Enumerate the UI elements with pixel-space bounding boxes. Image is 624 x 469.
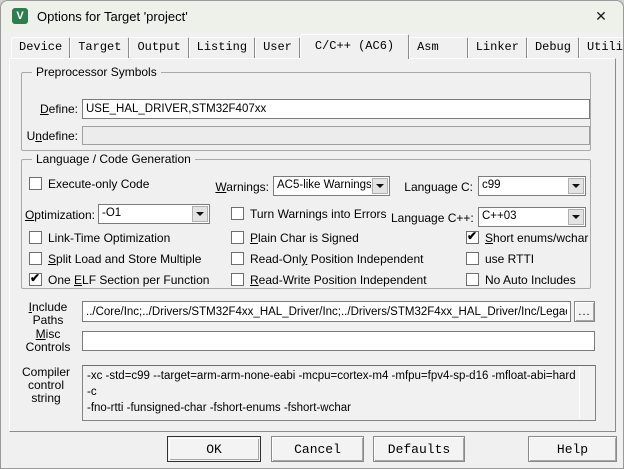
checkbox-label: Short enums/wchar <box>485 231 589 245</box>
plain-char-is-signed-checkbox[interactable]: Plain Char is Signed <box>231 231 359 245</box>
checkbox-label: Read-Only Position Independent <box>250 252 424 266</box>
tab-ccpp-ac6[interactable]: C/C++ (AC6) <box>299 34 410 59</box>
checkbox-icon <box>29 271 42 286</box>
uvision-logo-icon <box>12 8 28 24</box>
checkbox-icon <box>29 231 42 244</box>
dropdown-value: -O1 <box>102 207 122 219</box>
checkbox-label: Split Load and Store Multiple <box>48 252 202 266</box>
tab-user[interactable]: User <box>255 37 300 58</box>
language-c-dropdown[interactable]: c99 <box>478 176 586 196</box>
dropdown-value: C++03 <box>482 210 517 222</box>
turn-warnings-into-errors-checkbox[interactable]: Turn Warnings into Errors <box>231 207 386 221</box>
close-icon[interactable]: ✕ <box>579 1 623 31</box>
link-time-optimization-checkbox[interactable]: Link-Time Optimization <box>29 231 170 245</box>
defaults-button[interactable]: Defaults <box>373 436 465 462</box>
compiler-control-string-value: -xc -std=c99 --target=arm-arm-none-eabi … <box>87 370 576 414</box>
dropdown-value: c99 <box>482 179 501 191</box>
language-cpp-dropdown[interactable]: C++03 <box>478 207 586 227</box>
define-label: Define: <box>39 102 78 116</box>
group-title: Preprocessor Symbols <box>32 65 161 79</box>
chevron-down-icon[interactable] <box>568 178 584 194</box>
one-elf-section-per-function-checkbox[interactable]: One ELF Section per Function <box>29 271 210 287</box>
checkbox-icon <box>231 231 244 244</box>
checkbox-label: No Auto Includes <box>485 273 576 287</box>
tab-target[interactable]: Target <box>70 37 130 58</box>
scrollbar-gutter <box>579 367 580 419</box>
chevron-down-icon[interactable] <box>568 209 584 225</box>
undefine-label: Undefine: <box>26 129 78 143</box>
window-title: Options for Target 'project' <box>37 8 188 24</box>
compiler-control-string-label: Compiler control string <box>21 365 70 405</box>
checkbox-label: Turn Warnings into Errors <box>250 207 387 221</box>
optimization-dropdown[interactable]: -O1 <box>98 204 210 224</box>
read-write-position-independent-checkbox[interactable]: Read-Write Position Independent <box>231 273 427 287</box>
include-paths-input[interactable] <box>82 301 571 322</box>
checkbox-icon <box>231 273 244 286</box>
checkbox-icon <box>466 252 479 265</box>
split-load-store-multiple-checkbox[interactable]: Split Load and Store Multiple <box>29 252 201 266</box>
language-c-label: Language C: <box>404 180 473 194</box>
tab-asm[interactable]: Asm <box>409 37 468 58</box>
language-cpp-label: Language C++: <box>391 211 474 225</box>
checkbox-icon <box>29 252 42 265</box>
misc-controls-input[interactable] <box>82 331 595 351</box>
no-auto-includes-checkbox[interactable]: No Auto Includes <box>466 273 576 287</box>
dropdown-value: AC5-like Warnings <box>277 179 371 191</box>
cancel-button[interactable]: Cancel <box>271 436 364 462</box>
tab-linker[interactable]: Linker <box>467 37 527 58</box>
chevron-down-icon[interactable] <box>192 206 208 222</box>
ok-button[interactable]: OK <box>167 436 261 462</box>
undefine-input <box>82 126 590 145</box>
checkbox-icon <box>231 207 244 220</box>
checkbox-label: Execute-only Code <box>48 177 150 191</box>
use-rtti-checkbox[interactable]: use RTTI <box>466 252 534 266</box>
help-button[interactable]: Help <box>528 436 617 462</box>
execute-only-code-checkbox[interactable]: Execute-only Code <box>29 177 149 191</box>
checkbox-label: Link-Time Optimization <box>48 231 171 245</box>
checkbox-label: Plain Char is Signed <box>250 231 359 245</box>
tab-debug[interactable]: Debug <box>526 37 579 58</box>
tab-utilities[interactable]: Utilities <box>578 37 623 58</box>
misc-controls-label: Misc Controls <box>25 327 71 354</box>
checkbox-label: One ELF Section per Function <box>48 273 210 287</box>
checkbox-icon <box>466 229 479 244</box>
define-input[interactable] <box>82 99 590 119</box>
optimization-label: Optimization: <box>24 208 95 222</box>
compiler-control-string-box: -xc -std=c99 --target=arm-arm-none-eabi … <box>82 365 596 421</box>
checkbox-label: Read-Write Position Independent <box>250 273 427 287</box>
checkbox-icon <box>29 177 42 190</box>
checkbox-label: use RTTI <box>485 252 535 266</box>
title-bar: Options for Target 'project' <box>1 1 623 31</box>
checkbox-icon <box>231 252 244 265</box>
short-enums-wchar-checkbox[interactable]: Short enums/wchar <box>466 229 589 245</box>
tab-output[interactable]: Output <box>129 37 189 58</box>
chevron-down-icon[interactable] <box>372 178 388 194</box>
warnings-dropdown[interactable]: AC5-like Warnings <box>273 176 390 196</box>
checkbox-icon <box>466 273 479 286</box>
include-paths-label: Include Paths <box>28 300 68 327</box>
ccpp-tab-page: Preprocessor Symbols Define: Undefine: L… <box>9 58 616 432</box>
include-paths-browse-button[interactable]: ... <box>574 301 595 322</box>
read-only-position-independent-checkbox[interactable]: Read-Only Position Independent <box>231 252 423 266</box>
warnings-label: Warnings: <box>215 180 269 194</box>
group-title: Language / Code Generation <box>32 152 195 166</box>
tab-strip: Device Target Output Listing User C/C++ … <box>11 34 623 59</box>
tab-listing[interactable]: Listing <box>188 37 256 58</box>
options-for-target-dialog: Options for Target 'project' ✕ Device Ta… <box>0 0 624 469</box>
tab-device[interactable]: Device <box>11 37 71 58</box>
